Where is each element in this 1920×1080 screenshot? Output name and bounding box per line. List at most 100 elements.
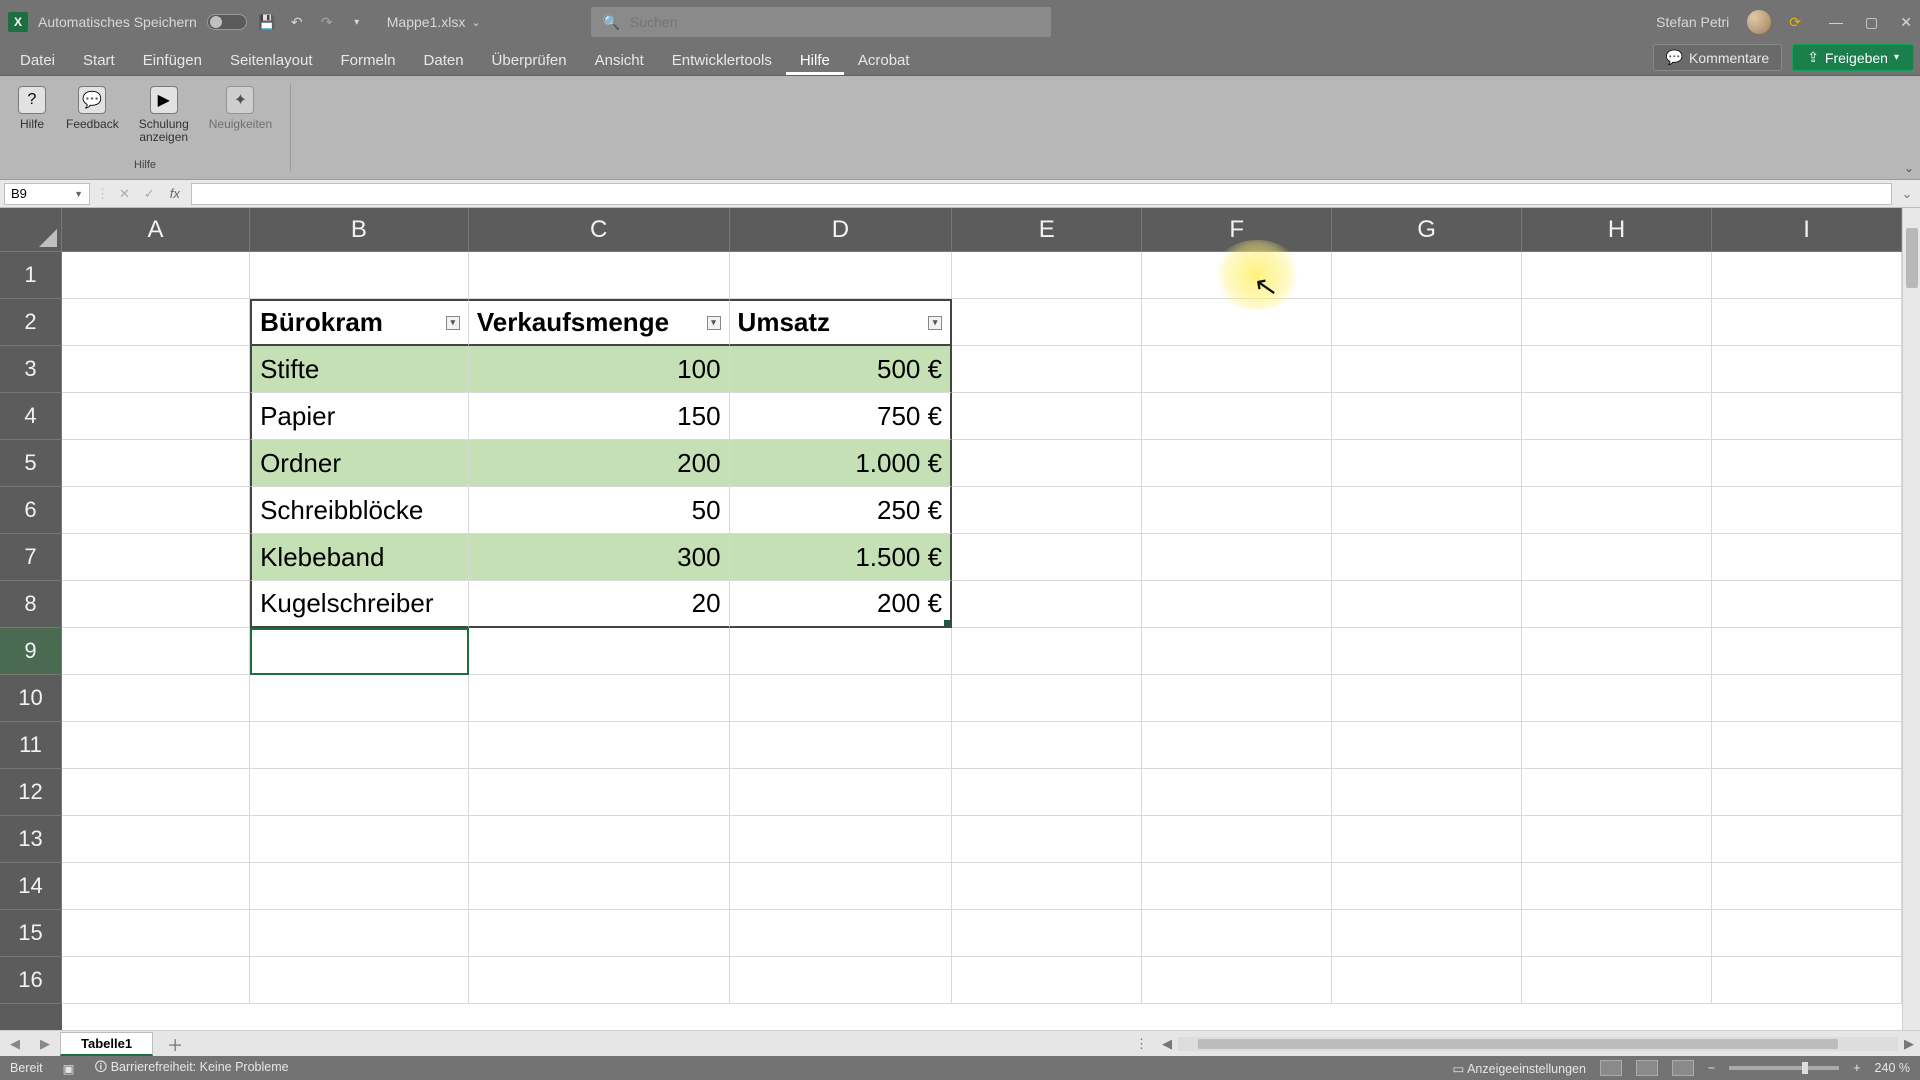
cell-F8[interactable] <box>1142 581 1332 628</box>
cell-C12[interactable] <box>469 769 730 816</box>
pending-icon[interactable]: ⟳ <box>1789 14 1801 31</box>
cell-D6[interactable]: 250 € <box>730 487 953 534</box>
cell-I11[interactable] <box>1712 722 1902 769</box>
column-header-I[interactable]: I <box>1712 208 1902 252</box>
row-header-14[interactable]: 14 <box>0 863 62 910</box>
cell-C14[interactable] <box>469 863 730 910</box>
cell-E1[interactable] <box>952 252 1142 299</box>
share-button[interactable]: ⇪ Freigeben ▾ <box>1792 44 1914 71</box>
collapse-ribbon-icon[interactable]: ⌄ <box>1904 161 1914 175</box>
cell-I12[interactable] <box>1712 769 1902 816</box>
filter-dropdown-icon[interactable]: ▾ <box>446 316 460 330</box>
tab-start[interactable]: Start <box>69 46 129 75</box>
column-header-D[interactable]: D <box>730 208 953 252</box>
cell-G3[interactable] <box>1332 346 1522 393</box>
cell-B11[interactable] <box>250 722 469 769</box>
cancel-formula-icon[interactable]: ✕ <box>115 186 134 202</box>
avatar[interactable] <box>1747 10 1771 34</box>
cell-H9[interactable] <box>1522 628 1712 675</box>
page-break-view-icon[interactable] <box>1672 1060 1694 1076</box>
cell-I5[interactable] <box>1712 440 1902 487</box>
row-header-10[interactable]: 10 <box>0 675 62 722</box>
cell-G16[interactable] <box>1332 957 1522 1004</box>
cell-E16[interactable] <box>952 957 1142 1004</box>
cell-F10[interactable] <box>1142 675 1332 722</box>
cell-H1[interactable] <box>1522 252 1712 299</box>
cell-B12[interactable] <box>250 769 469 816</box>
row-header-3[interactable]: 3 <box>0 346 62 393</box>
cell-F9[interactable] <box>1142 628 1332 675</box>
cell-I13[interactable] <box>1712 816 1902 863</box>
namebox-input[interactable] <box>11 186 71 201</box>
cell-F16[interactable] <box>1142 957 1332 1004</box>
cell-B4[interactable]: Papier <box>250 393 469 440</box>
cell-B10[interactable] <box>250 675 469 722</box>
cell-H6[interactable] <box>1522 487 1712 534</box>
row-header-9[interactable]: 9 <box>0 628 62 675</box>
cell-I14[interactable] <box>1712 863 1902 910</box>
cell-F5[interactable] <box>1142 440 1332 487</box>
cell-D5[interactable]: 1.000 € <box>730 440 953 487</box>
column-header-E[interactable]: E <box>952 208 1142 252</box>
cell-A6[interactable] <box>62 487 250 534</box>
cell-A8[interactable] <box>62 581 250 628</box>
cell-C1[interactable] <box>469 252 730 299</box>
cell-H15[interactable] <box>1522 910 1712 957</box>
row-header-8[interactable]: 8 <box>0 581 62 628</box>
cell-D4[interactable]: 750 € <box>730 393 953 440</box>
cell-E14[interactable] <box>952 863 1142 910</box>
cell-D13[interactable] <box>730 816 953 863</box>
row-header-13[interactable]: 13 <box>0 816 62 863</box>
cell-C7[interactable]: 300 <box>469 534 730 581</box>
chevron-down-icon[interactable]: ▼ <box>74 189 83 199</box>
column-header-A[interactable]: A <box>62 208 250 252</box>
search-input[interactable] <box>630 14 1039 30</box>
maximize-icon[interactable]: ▢ <box>1865 14 1878 31</box>
cell-C16[interactable] <box>469 957 730 1004</box>
ribbon-feedback[interactable]: 💬Feedback <box>58 82 127 148</box>
search-box[interactable]: 🔍 <box>591 7 1051 37</box>
cell-H2[interactable] <box>1522 299 1712 346</box>
row-header-4[interactable]: 4 <box>0 393 62 440</box>
cell-F11[interactable] <box>1142 722 1332 769</box>
minimize-icon[interactable]: — <box>1829 14 1843 31</box>
cell-H5[interactable] <box>1522 440 1712 487</box>
cell-D3[interactable]: 500 € <box>730 346 953 393</box>
row-header-11[interactable]: 11 <box>0 722 62 769</box>
cell-G4[interactable] <box>1332 393 1522 440</box>
row-header-16[interactable]: 16 <box>0 957 62 1004</box>
tab-acrobat[interactable]: Acrobat <box>844 46 924 75</box>
cell-I4[interactable] <box>1712 393 1902 440</box>
cell-C9[interactable] <box>469 628 730 675</box>
formula-input-wrap[interactable] <box>191 183 1892 205</box>
cell-F7[interactable] <box>1142 534 1332 581</box>
cell-G2[interactable] <box>1332 299 1522 346</box>
scroll-right-icon[interactable]: ▶ <box>1898 1036 1920 1052</box>
cell-B8[interactable]: Kugelschreiber <box>250 581 469 628</box>
username[interactable]: Stefan Petri <box>1656 14 1729 30</box>
cell-I9[interactable] <box>1712 628 1902 675</box>
redo-icon[interactable]: ↷ <box>317 12 337 32</box>
cell-F15[interactable] <box>1142 910 1332 957</box>
cell-E5[interactable] <box>952 440 1142 487</box>
cell-G15[interactable] <box>1332 910 1522 957</box>
cell-I15[interactable] <box>1712 910 1902 957</box>
cell-A12[interactable] <box>62 769 250 816</box>
tab-überprüfen[interactable]: Überprüfen <box>478 46 581 75</box>
next-sheet-icon[interactable]: ▶ <box>30 1036 60 1052</box>
cell-A9[interactable] <box>62 628 250 675</box>
filter-dropdown-icon[interactable]: ▾ <box>928 316 942 330</box>
cell-D15[interactable] <box>730 910 953 957</box>
qat-dropdown-icon[interactable]: ▾ <box>347 12 367 32</box>
cell-E13[interactable] <box>952 816 1142 863</box>
cell-A4[interactable] <box>62 393 250 440</box>
cell-C10[interactable] <box>469 675 730 722</box>
cell-E3[interactable] <box>952 346 1142 393</box>
cell-H3[interactable] <box>1522 346 1712 393</box>
cell-I3[interactable] <box>1712 346 1902 393</box>
cell-D16[interactable] <box>730 957 953 1004</box>
row-header-5[interactable]: 5 <box>0 440 62 487</box>
zoom-in-icon[interactable]: + <box>1853 1061 1860 1075</box>
zoom-slider[interactable] <box>1729 1066 1839 1070</box>
row-header-2[interactable]: 2 <box>0 299 62 346</box>
